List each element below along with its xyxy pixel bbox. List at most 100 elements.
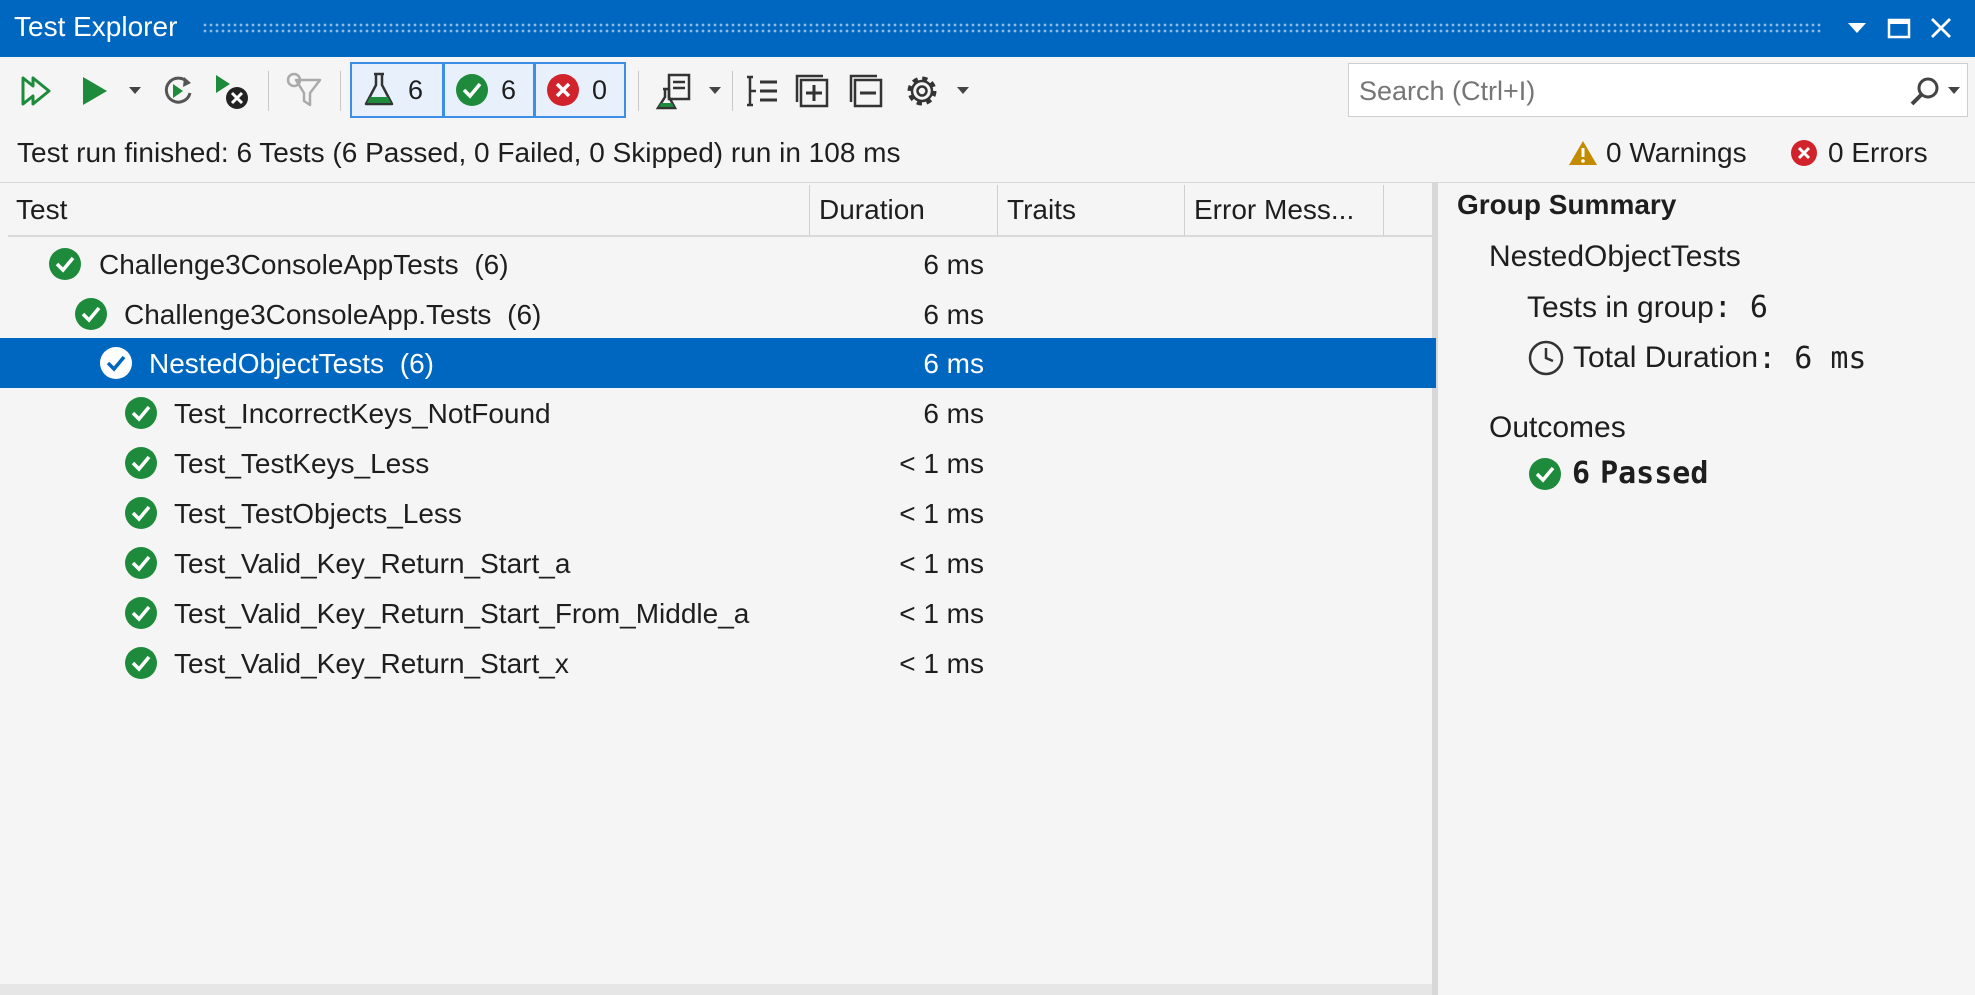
column-header-row: Test Duration Traits Error Mess... [8,185,1433,237]
tree-row-namespace[interactable]: Challenge3ConsoleApp.Tests (6) 6 ms [0,289,1436,339]
errors-count: 0 Errors [1828,137,1928,168]
filter-icon [286,72,322,107]
column-divider[interactable] [809,185,810,235]
check-circle-icon [456,74,488,106]
row-name: NestedObjectTests [149,348,384,379]
column-header-error-message[interactable]: Error Mess... [1194,194,1354,226]
maximize-icon [1887,18,1911,39]
row-duration: < 1 ms [899,498,984,529]
row-duration: 6 ms [923,348,984,379]
passed-tests-filter[interactable]: 6 [443,62,535,118]
check-circle-icon [125,397,157,429]
search-box[interactable] [1348,63,1968,117]
search-input[interactable] [1357,70,1901,112]
group-by-button[interactable] [740,67,784,115]
playlist-button[interactable] [652,67,696,115]
summary-heading: Group Summary [1457,189,1677,220]
column-divider[interactable] [997,185,998,235]
collapse-all-icon [849,74,883,108]
run-button[interactable] [76,67,112,115]
chevron-down-icon [1948,87,1960,94]
warning-icon [1569,141,1597,165]
group-summary-panel: Group Summary NestedObjectTests Tests in… [1444,183,1975,995]
tree-row-project[interactable]: Challenge3ConsoleAppTests (6) 6 ms [0,239,1436,289]
chevron-down-icon [709,87,721,94]
run-all-button[interactable] [16,67,56,115]
check-circle-icon [49,248,81,280]
check-circle-icon [125,647,157,679]
row-name: Test_IncorrectKeys_NotFound [174,398,551,429]
test-row[interactable]: Test_TestKeys_Less < 1 ms [0,438,1436,488]
test-row[interactable]: Test_Valid_Key_Return_Start_x < 1 ms [0,638,1436,688]
row-name: Test_Valid_Key_Return_Start_From_Middle_… [174,598,750,629]
check-circle-icon [125,547,157,579]
check-circle-icon [125,447,157,479]
row-duration: < 1 ms [899,648,984,679]
passed-label: Passed [1600,456,1709,491]
repeat-last-run-button[interactable] [158,67,198,115]
toolbar-separator [638,71,639,111]
group-by-icon [747,75,777,107]
status-bar: Test run finished: 6 Tests (6 Passed, 0 … [0,125,1975,183]
close-icon [1931,18,1951,38]
test-row[interactable]: Test_Valid_Key_Return_Start_From_Middle_… [0,588,1436,638]
test-row[interactable]: Test_Valid_Key_Return_Start_a < 1 ms [0,538,1436,588]
tree-row-class-selected[interactable]: NestedObjectTests (6) 6 ms [0,338,1436,388]
test-row[interactable]: Test_IncorrectKeys_NotFound 6 ms [0,388,1436,438]
column-header-test[interactable]: Test [16,194,67,226]
tests-in-group-label: Tests in group [1527,290,1714,324]
row-name: Test_TestKeys_Less [174,448,430,479]
row-count: (6) [507,299,542,330]
column-header-duration[interactable]: Duration [819,194,925,226]
row-name: Challenge3ConsoleApp.Tests [124,299,492,330]
cancel-run-button[interactable] [210,67,254,115]
run-all-icon [21,76,51,106]
failed-tests-count: 0 [592,74,608,105]
chevron-down-icon [129,87,141,94]
passed-count: 6 [1572,456,1591,491]
row-duration: 6 ms [923,249,984,280]
run-dropdown[interactable] [124,67,146,115]
check-circle-icon [125,597,157,629]
title-grip[interactable] [202,22,1822,34]
close-button[interactable] [1924,10,1958,46]
row-name: Challenge3ConsoleAppTests [99,249,459,280]
total-tests-count: 6 [408,74,424,105]
flask-icon [364,72,394,106]
failed-tests-filter[interactable]: 0 [534,62,626,118]
total-duration-line: Total Duration : 6 ms [1527,339,1866,377]
error-circle-icon [547,74,579,106]
run-status-message: Test run finished: 6 Tests (6 Passed, 0 … [17,137,901,168]
settings-dropdown[interactable] [952,67,974,115]
playlist-dropdown[interactable] [704,67,726,115]
window-dropdown-button[interactable] [1840,10,1874,46]
toolbar-separator [732,71,733,111]
row-count: (6) [474,249,509,280]
warnings-indicator[interactable]: 0 Warnings [1568,137,1747,169]
expand-all-button[interactable] [790,67,834,115]
row-duration: < 1 ms [899,448,984,479]
row-duration: 6 ms [923,398,984,429]
total-tests-filter[interactable]: 6 [350,62,444,118]
collapse-all-button[interactable] [844,67,888,115]
test-row[interactable]: Test_TestObjects_Less < 1 ms [0,488,1436,538]
maximize-button[interactable] [1882,10,1916,46]
check-circle-icon [75,298,107,330]
settings-button[interactable] [900,67,944,115]
column-header-traits[interactable]: Traits [1007,194,1076,226]
play-icon [83,77,107,105]
errors-indicator[interactable]: 0 Errors [1790,137,1928,169]
total-duration-value: : 6 ms [1758,340,1867,376]
gear-icon [907,76,937,106]
column-divider[interactable] [1383,185,1384,235]
search-icon [1910,77,1939,106]
summary-group-name: NestedObjectTests [1489,240,1741,273]
chevron-down-icon [957,87,969,94]
horizontal-scrollbar[interactable] [0,984,1432,995]
column-divider[interactable] [1184,185,1185,235]
filter-button[interactable] [282,67,326,115]
expand-all-icon [795,74,829,108]
warnings-count: 0 Warnings [1606,137,1747,168]
outcome-passed-line[interactable]: 6 Passed [1528,456,1708,491]
title-bar: Test Explorer [0,0,1975,57]
